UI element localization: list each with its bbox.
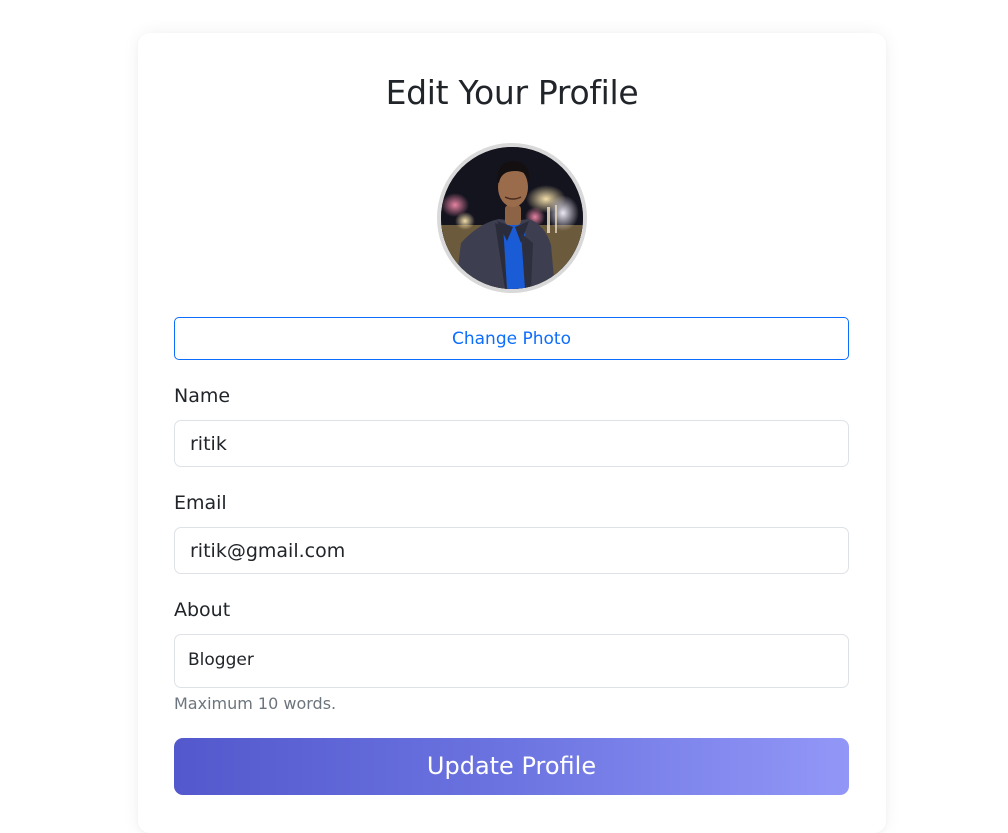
about-textarea[interactable]: Blogger xyxy=(174,634,849,688)
email-label: Email xyxy=(174,492,227,514)
page-title: Edit Your Profile xyxy=(385,73,639,112)
profile-photo-icon xyxy=(441,147,583,289)
about-help-text: Maximum 10 words. xyxy=(174,694,337,713)
about-label: About xyxy=(174,599,231,621)
email-input[interactable] xyxy=(174,527,849,574)
profile-card: Edit Your Profile Change Photo Name riti… xyxy=(138,33,886,833)
name-input[interactable] xyxy=(174,420,849,467)
name-label: Name xyxy=(174,385,231,407)
update-profile-button[interactable]: Update Profile xyxy=(174,738,849,795)
change-photo-button[interactable]: Change Photo xyxy=(174,317,849,360)
avatar xyxy=(437,143,587,293)
